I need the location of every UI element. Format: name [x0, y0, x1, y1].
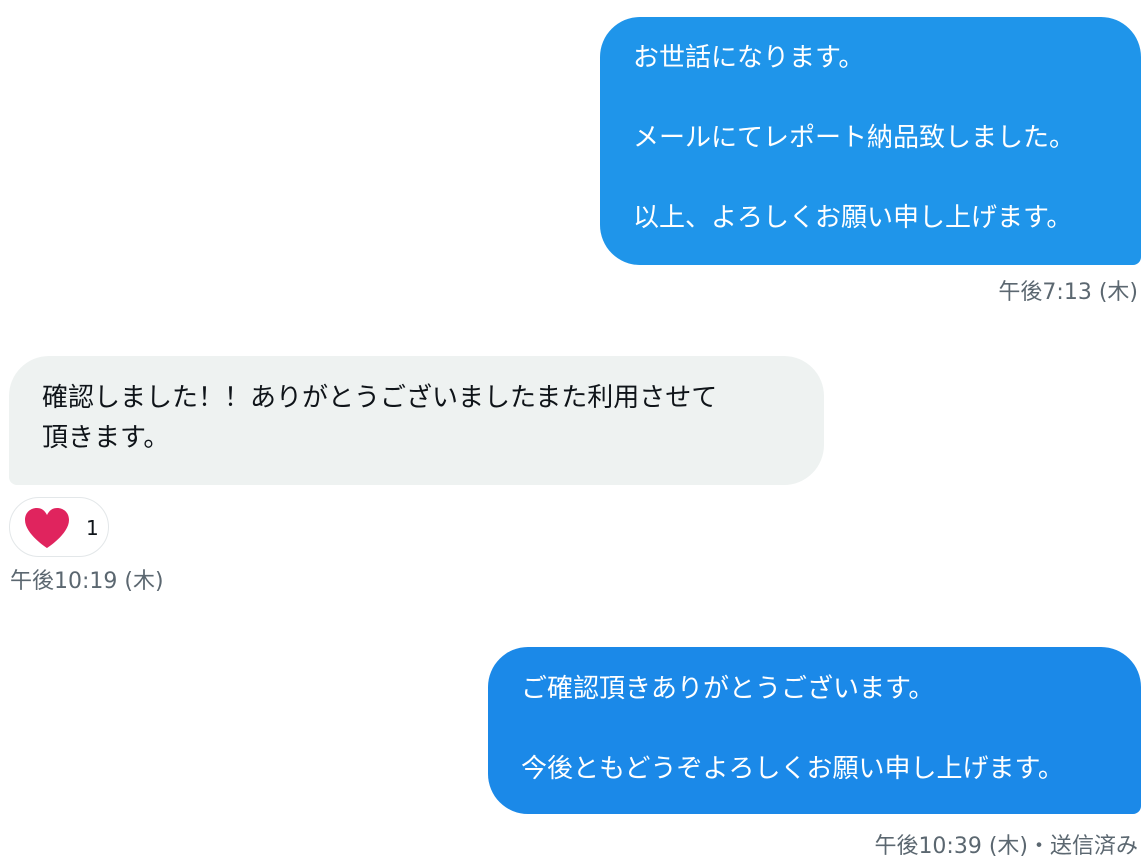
message-thread: お世話になります。 メールにてレポート納品致しました。 以上、よろしくお願い申し…: [0, 0, 1147, 866]
message-text-line: メールにてレポート納品致しました。: [633, 123, 1076, 153]
message-text-line: 以上、よろしくお願い申し上げます。: [633, 203, 1073, 233]
heart-icon: [25, 508, 69, 548]
message-text-line: お世話になります。: [633, 43, 865, 73]
message-timestamp-sent-status: 午後10:39 (木)・送信済み: [874, 834, 1138, 859]
sent-message-bubble[interactable]: お世話になります。 メールにてレポート納品致しました。 以上、よろしくお願い申し…: [600, 17, 1141, 265]
received-message-bubble[interactable]: 確認しました！！ありがとうございましたまた利用させて 頂きます。: [9, 356, 824, 485]
reaction-badge[interactable]: 1: [9, 497, 109, 557]
message-text-line: 頂きます。: [42, 423, 170, 453]
reaction-count: 1: [86, 516, 99, 540]
message-timestamp: 午後7:13 (木): [998, 280, 1138, 305]
message-text-line: 今後ともどうぞよろしくお願い申し上げます。: [521, 754, 1064, 784]
message-text-line: ご確認頂きありがとうございます。: [521, 674, 935, 704]
sent-message-bubble[interactable]: ご確認頂きありがとうございます。 今後ともどうぞよろしくお願い申し上げます。: [488, 647, 1141, 814]
message-text-line: 確認しました！！ありがとうございましたまた利用させて: [42, 383, 718, 413]
message-timestamp: 午後10:19 (木): [10, 569, 164, 594]
